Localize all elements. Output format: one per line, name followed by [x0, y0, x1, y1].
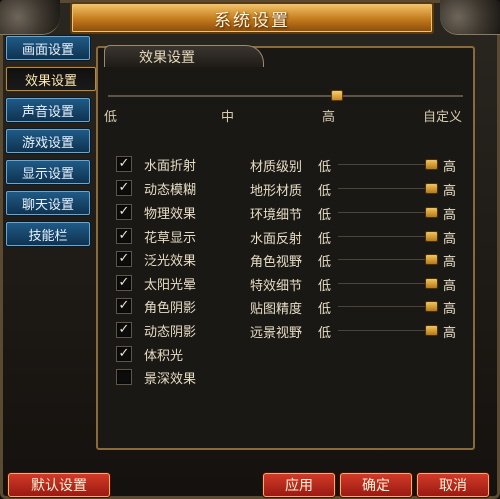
- effect-row[interactable]: ✓ 角色阴影: [116, 297, 196, 316]
- apply-button[interactable]: 应用: [263, 473, 335, 497]
- preset-level-mid: 中: [221, 110, 235, 125]
- preset-slider-handle[interactable]: [331, 90, 343, 101]
- checkbox-foliage[interactable]: ✓: [116, 228, 132, 244]
- sidebar-item-chat[interactable]: 聊天设置: [6, 191, 90, 215]
- quality-slider-track[interactable]: [338, 212, 426, 213]
- preset-slider-track[interactable]: [108, 95, 463, 97]
- quality-slider-handle[interactable]: [425, 207, 438, 218]
- checkbox-motion-blur[interactable]: ✓: [116, 180, 132, 196]
- effect-row[interactable]: ✓ 太阳光晕: [116, 274, 196, 293]
- effect-row[interactable]: ✓ 花草显示: [116, 227, 196, 246]
- title-bar: 系统设置: [70, 2, 434, 34]
- quality-slider-handle[interactable]: [425, 159, 438, 170]
- ok-button[interactable]: 确定: [340, 473, 412, 497]
- checkbox-bloom[interactable]: ✓: [116, 251, 132, 267]
- quality-slider-handle[interactable]: [425, 325, 438, 336]
- preset-level-custom: 自定义: [423, 110, 463, 125]
- effects-panel: [96, 46, 475, 450]
- quality-slider-handle[interactable]: [425, 183, 438, 194]
- sidebar-item-skillbar[interactable]: 技能栏: [6, 222, 90, 246]
- sidebar-item-effects[interactable]: 效果设置: [6, 67, 96, 91]
- quality-slider-track[interactable]: [338, 236, 426, 237]
- effect-row[interactable]: ✓ 体积光: [116, 345, 183, 364]
- quality-row-environment-detail: 环境细节 低 高: [250, 207, 457, 223]
- checkbox-physics[interactable]: ✓: [116, 204, 132, 220]
- ornament-left-icon: [0, 0, 60, 35]
- effect-row[interactable]: ✓ 动态模糊: [116, 179, 196, 198]
- quality-slider-track[interactable]: [338, 164, 426, 165]
- cancel-button[interactable]: 取消: [417, 473, 489, 497]
- quality-slider-track[interactable]: [338, 330, 426, 331]
- preset-level-low: 低: [104, 110, 118, 125]
- reset-defaults-button[interactable]: 默认设置: [8, 473, 110, 497]
- checkbox-dynamic-shadow[interactable]: ✓: [116, 322, 132, 338]
- sidebar: 画面设置 效果设置 声音设置 游戏设置 显示设置 聊天设置 技能栏: [6, 36, 96, 253]
- quality-row-terrain-texture: 地形材质 低 高: [250, 183, 457, 199]
- window-title: 系统设置: [214, 10, 290, 31]
- checkbox-water-refraction[interactable]: ✓: [116, 156, 132, 172]
- quality-row-character-view: 角色视野 低 高: [250, 254, 457, 270]
- quality-row-texture-level: 材质级别 低 高: [250, 159, 457, 175]
- quality-slider-track[interactable]: [338, 188, 426, 189]
- quality-slider-track[interactable]: [338, 283, 426, 284]
- quality-slider-handle[interactable]: [425, 301, 438, 312]
- checkbox-character-shadow[interactable]: ✓: [116, 298, 132, 314]
- effect-row[interactable]: 景深效果: [116, 368, 196, 387]
- effect-row[interactable]: ✓ 物理效果: [116, 203, 196, 222]
- sidebar-item-game[interactable]: 游戏设置: [6, 129, 90, 153]
- quality-slider-handle[interactable]: [425, 231, 438, 242]
- checkbox-sun-halo[interactable]: ✓: [116, 275, 132, 291]
- panel-tab-effects: 效果设置: [104, 45, 264, 67]
- quality-row-far-view: 远景视野 低 高: [250, 325, 457, 341]
- quality-slider-handle[interactable]: [425, 254, 438, 265]
- quality-row-texture-precision: 贴图精度 低 高: [250, 301, 457, 317]
- checkbox-depth-of-field[interactable]: [116, 369, 132, 385]
- sidebar-item-display[interactable]: 显示设置: [6, 160, 90, 184]
- checkbox-volumetric-light[interactable]: ✓: [116, 346, 132, 362]
- quality-row-water-reflection: 水面反射 低 高: [250, 231, 457, 247]
- preset-level-high: 高: [322, 110, 336, 125]
- effect-row[interactable]: ✓ 泛光效果: [116, 250, 196, 269]
- quality-slider-track[interactable]: [338, 306, 426, 307]
- quality-slider-track[interactable]: [338, 259, 426, 260]
- effect-row[interactable]: ✓ 水面折射: [116, 155, 196, 174]
- effect-row[interactable]: ✓ 动态阴影: [116, 321, 196, 340]
- quality-slider-handle[interactable]: [425, 278, 438, 289]
- ornament-right-icon: [440, 0, 500, 35]
- quality-row-effect-detail: 特效细节 低 高: [250, 278, 457, 294]
- sidebar-item-graphics[interactable]: 画面设置: [6, 36, 90, 60]
- sidebar-item-sound[interactable]: 声音设置: [6, 98, 90, 122]
